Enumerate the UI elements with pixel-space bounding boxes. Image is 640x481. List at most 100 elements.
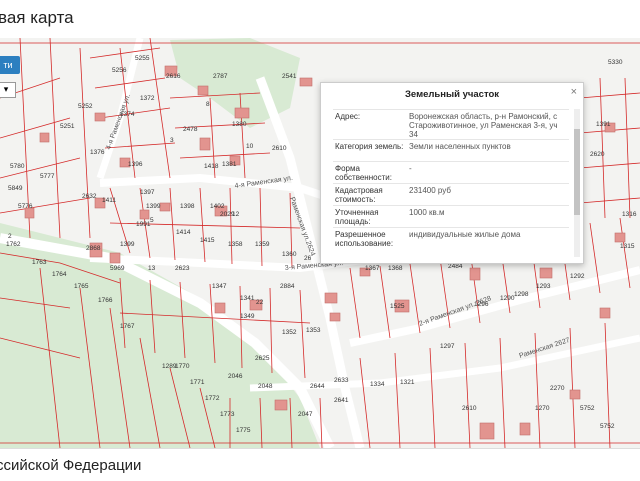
forest-area — [0, 223, 320, 448]
parcel-label: 1770 — [175, 363, 190, 370]
popup-scrollbar[interactable] — [574, 109, 580, 257]
parcel-label: 1349 — [240, 313, 255, 320]
parcel-label: 1374 — [120, 111, 135, 118]
parcel-label: 2610 — [272, 145, 287, 152]
street-label: 4-я Раменская ул. — [105, 93, 132, 150]
page-header: вая карта — [0, 0, 640, 39]
parcel-label: 1290 — [500, 295, 515, 302]
parcel-label: 2541 — [282, 73, 297, 80]
page-footer: ссийской Федерации — [0, 448, 640, 481]
parcel-label: 2644 — [310, 383, 325, 390]
parcel-label: 1321 — [400, 379, 415, 386]
close-icon[interactable]: × — [571, 86, 577, 98]
cadastral-map[interactable]: 4-я Раменская ул. 3-я Раменская ул. Раме… — [0, 38, 640, 448]
parcel-label: 2641 — [334, 397, 349, 404]
info-row: Форма собственности: - — [333, 161, 569, 184]
parcel-label: 1775 — [236, 427, 251, 434]
parcel-label: 5849 — [8, 185, 23, 192]
parcel-label: 1341 — [240, 295, 255, 302]
info-row: Разрешенное использование: индивидуальны… — [333, 227, 569, 252]
parcel-label: 1297 — [440, 343, 455, 350]
parcel-label: 5255 — [135, 55, 150, 62]
parcel-label: 1399 — [146, 203, 161, 210]
parcel-label: 1991 — [136, 221, 151, 228]
parcel-label: 2046 — [228, 373, 243, 380]
parcel-label: 1763 — [32, 259, 47, 266]
parcel-label: 1762 — [6, 241, 21, 248]
popup-title: Земельный участок — [404, 89, 500, 100]
parcel-label: 1347 — [212, 283, 227, 290]
info-value: - — [409, 164, 412, 173]
parcel-label: 1315 — [620, 243, 635, 250]
parcel-label: 2610 — [462, 405, 477, 412]
parcel-label: 1397 — [140, 189, 155, 196]
parcel-label: 22 — [256, 299, 264, 306]
info-value: 1000 кв.м — [409, 208, 445, 217]
chevron-down-icon: ▾ — [3, 84, 9, 94]
parcel-label: 1360 — [282, 251, 297, 258]
popup-body: Адрес: Воронежская область, р-н Рамонски… — [333, 109, 569, 259]
info-key: Разрешенное использование: — [335, 230, 394, 248]
parcel-label: 1398 — [180, 203, 195, 210]
parcel-label: 2868 — [86, 245, 101, 252]
parcel-label: 1764 — [52, 271, 67, 278]
parcel-label: 1396 — [128, 161, 143, 168]
map-action-button[interactable]: ти — [0, 56, 20, 74]
parcel-label: 1771 — [190, 379, 205, 386]
scrollbar-thumb[interactable] — [574, 129, 580, 215]
info-row: Кадастровая стоимость: 231400 руб — [333, 183, 569, 206]
page-title: вая карта — [0, 8, 74, 27]
parcel-label: 1765 — [74, 283, 89, 290]
parcel-label: 5777 — [40, 173, 55, 180]
parcel-label: 1296 — [474, 301, 489, 308]
parcel-label: 5780 — [10, 163, 25, 170]
parcel-label: 1766 — [98, 297, 113, 304]
parcel-label: 5256 — [112, 67, 127, 74]
parcel-label: 5969 — [110, 265, 125, 272]
parcel-label: 1418 — [204, 163, 219, 170]
parcel-label: 1293 — [536, 283, 551, 290]
parcel-label: 1316 — [622, 211, 637, 218]
info-row: Категория земель: Земли населенных пункт… — [333, 139, 569, 162]
parcel-label: 2633 — [334, 377, 349, 384]
parcel-label: 1414 — [176, 229, 191, 236]
parcel-label: 1376 — [90, 149, 105, 156]
parcel-label: 13 — [148, 265, 156, 272]
parcel-label: 1353 — [306, 327, 321, 334]
info-row: Уточненная площадь: 1000 кв.м — [333, 205, 569, 228]
map-layer-select[interactable]: ▾ — [0, 82, 16, 98]
footer-heading: ссийской Федерации — [0, 457, 142, 474]
parcel-label: 5752 — [600, 423, 615, 430]
info-key: Адрес: — [335, 112, 361, 121]
parcel-label: 5251 — [60, 123, 75, 130]
parcel-label: 2484 — [448, 263, 463, 270]
parcel-label: 1767 — [120, 323, 135, 330]
parcel-label: 1358 — [228, 241, 243, 248]
info-value: индивидуальные жилые дома — [409, 230, 521, 239]
parcel-label: 1298 — [514, 291, 529, 298]
parcel-label: 1772 — [205, 395, 220, 402]
parcel-label: 1525 — [390, 303, 405, 310]
parcel-label: 26 — [304, 255, 312, 262]
parcel-info-popup: Земельный участок × Адрес: Воронежская о… — [320, 82, 584, 264]
parcel-label: 1399 — [120, 241, 135, 248]
parcel-label: 2270 — [550, 385, 565, 392]
parcel-label: 1381 — [222, 161, 237, 168]
parcel-label: 3 — [170, 137, 174, 144]
parcel-label: 2048 — [258, 383, 273, 390]
parcel-label: 12 — [232, 211, 240, 218]
info-value: Земли населенных пунктов — [409, 142, 511, 151]
info-key: Кадастровая стоимость: — [335, 186, 383, 204]
parcel-label: 1391 — [596, 121, 611, 128]
parcel-label: 5252 — [78, 103, 93, 110]
parcel-label: 2625 — [255, 355, 270, 362]
info-key: Форма собственности: — [335, 164, 392, 182]
parcel-label: 2787 — [213, 73, 228, 80]
parcel-label: 2632 — [82, 193, 97, 200]
info-key: Категория земель: — [335, 142, 404, 151]
info-value: 231400 руб — [409, 186, 451, 195]
parcel-label: 10 — [246, 143, 254, 150]
parcel-label: 8 — [206, 101, 210, 108]
info-value: Воронежская область, р-н Рамонский, с Ст… — [409, 112, 558, 139]
parcel-label: 1773 — [220, 411, 235, 418]
